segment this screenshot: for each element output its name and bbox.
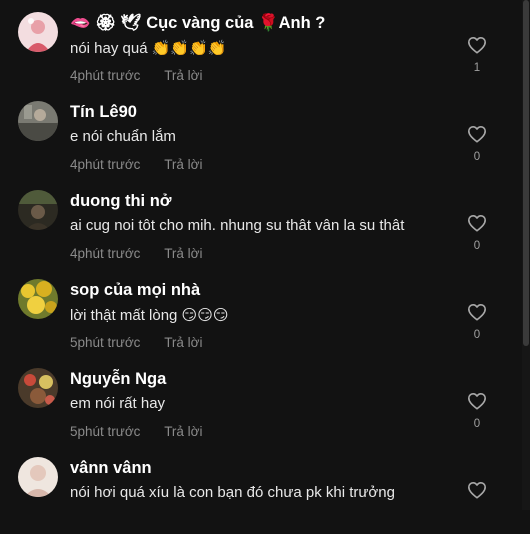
like-count: 0: [473, 329, 481, 341]
comment-meta: 5phút trước Trả lời: [70, 335, 203, 350]
heart-outline-icon[interactable]: [467, 214, 487, 232]
heart-outline-icon[interactable]: [467, 392, 487, 410]
comment-meta: 5phút trước Trả lời: [70, 424, 203, 439]
comment-text: nói hơi quá xíu là con bạn đó chưa pk kh…: [70, 484, 395, 501]
like-count: 0: [473, 151, 481, 163]
like-control[interactable]: 0: [464, 125, 490, 163]
heart-outline-icon[interactable]: [467, 125, 487, 143]
reply-button[interactable]: Trả lời: [164, 157, 202, 172]
avatar[interactable]: [18, 190, 58, 230]
comment-text: ai cug noi tôt cho mih. nhung su thât vâ…: [70, 217, 405, 234]
like-count: 0: [473, 240, 481, 252]
comment-item: 🫦 🏵 🕊 Cục vàng của 🌹Anh ? nói hay quá 👏👏…: [0, 0, 522, 89]
comment-author[interactable]: Nguyễn Nga: [70, 370, 166, 389]
comment-author[interactable]: sop của mọi nhà: [70, 281, 200, 300]
comment-item: Nguyễn Nga em nói rất hay 5phút trước Tr…: [0, 356, 522, 445]
heart-outline-icon[interactable]: [467, 303, 487, 321]
like-control[interactable]: 0: [464, 392, 490, 430]
comment-text: nói hay quá 👏👏👏👏: [70, 40, 227, 57]
comment-author[interactable]: duong thi nở: [70, 192, 172, 211]
reply-button[interactable]: Trả lời: [164, 424, 202, 439]
like-control[interactable]: 1: [464, 36, 490, 74]
comment-author[interactable]: 🫦 🏵 🕊 Cục vàng của 🌹Anh ?: [70, 14, 325, 33]
comment-text: em nói rất hay: [70, 395, 166, 412]
heart-outline-icon[interactable]: [467, 36, 487, 54]
avatar[interactable]: [18, 101, 58, 141]
comment-item: vânn vânn nói hơi quá xíu là con bạn đó …: [0, 445, 522, 534]
comment-author[interactable]: vânn vânn: [70, 459, 152, 478]
comment-author[interactable]: Tín Lê90: [70, 103, 137, 122]
avatar[interactable]: [18, 279, 58, 319]
comment-time: 5phút trước: [70, 335, 141, 350]
comment-meta: 4phút trước Trả lời: [70, 157, 203, 172]
like-count: 1: [473, 62, 481, 74]
like-count: 0: [473, 418, 481, 430]
comment-text: e nói chuẩn lắm: [70, 128, 176, 145]
avatar[interactable]: [18, 12, 58, 52]
comment-item: duong thi nở ai cug noi tôt cho mih. nhu…: [0, 178, 522, 267]
comment-meta: 4phút trước Trả lời: [70, 246, 203, 261]
comment-time: 4phút trước: [70, 246, 141, 261]
like-control[interactable]: [464, 481, 490, 499]
heart-outline-icon[interactable]: [467, 481, 487, 499]
comment-item: sop của mọi nhà lời thật mất lòng 😏😏😏 5p…: [0, 267, 522, 356]
like-control[interactable]: 0: [464, 303, 490, 341]
scrollbar[interactable]: [522, 0, 530, 510]
avatar[interactable]: [18, 368, 58, 408]
reply-button[interactable]: Trả lời: [164, 68, 202, 83]
comment-time: 4phút trước: [70, 68, 141, 83]
avatar[interactable]: [18, 457, 58, 497]
like-control[interactable]: 0: [464, 214, 490, 252]
comment-item: Tín Lê90 e nói chuẩn lắm 4phút trước Trả…: [0, 89, 522, 178]
comment-time: 5phút trước: [70, 424, 141, 439]
comment-time: 4phút trước: [70, 157, 141, 172]
comment-meta: 4phút trước Trả lời: [70, 68, 203, 83]
comment-text: lời thật mất lòng 😏😏😏: [70, 307, 229, 324]
comment-list: 🫦 🏵 🕊 Cục vàng của 🌹Anh ? nói hay quá 👏👏…: [0, 0, 522, 510]
reply-button[interactable]: Trả lời: [164, 335, 202, 350]
reply-button[interactable]: Trả lời: [164, 246, 202, 261]
scrollbar-thumb[interactable]: [523, 0, 529, 346]
